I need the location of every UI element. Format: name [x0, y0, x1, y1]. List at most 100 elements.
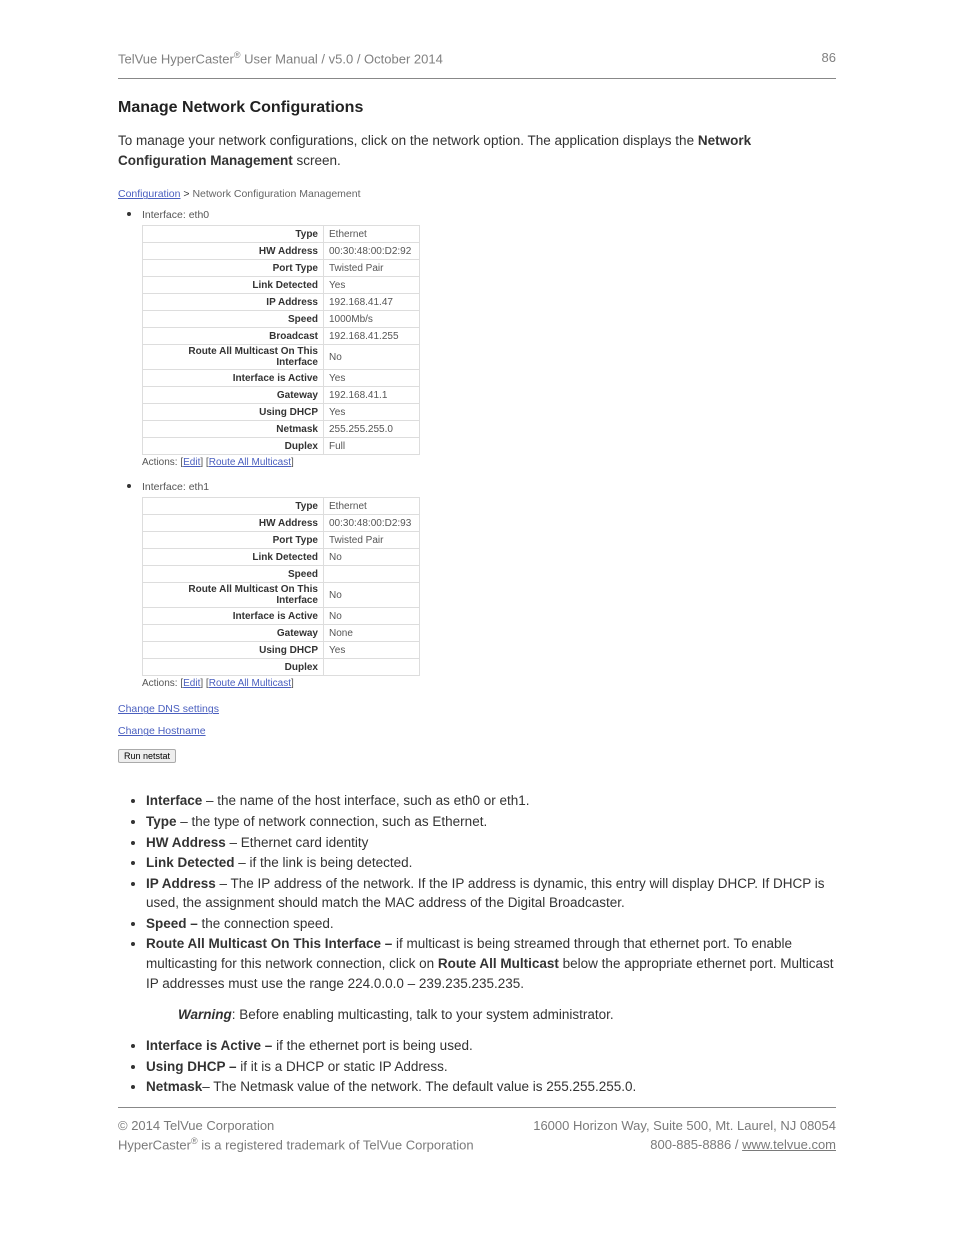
- prop-key: Using DHCP: [143, 404, 324, 421]
- interface-name: Interface: eth0: [142, 209, 836, 221]
- prop-key: Route All Multicast On This Interface: [143, 583, 324, 608]
- definition-item: Interface is Active – if the ethernet po…: [146, 1036, 836, 1056]
- prop-value: Yes: [324, 370, 420, 387]
- table-row: Route All Multicast On This InterfaceNo: [143, 583, 420, 608]
- prop-value: No: [324, 608, 420, 625]
- table-row: TypeEthernet: [143, 498, 420, 515]
- interface-properties-table: TypeEthernetHW Address00:30:48:00:D2:92P…: [142, 225, 420, 455]
- website-link[interactable]: www.telvue.com: [742, 1137, 836, 1152]
- table-row: Link DetectedNo: [143, 549, 420, 566]
- prop-key: Speed: [143, 311, 324, 328]
- prop-key: Duplex: [143, 438, 324, 455]
- table-row: HW Address00:30:48:00:D2:92: [143, 243, 420, 260]
- prop-key: Using DHCP: [143, 642, 324, 659]
- interface-actions: Actions: [Edit] [Route All Multicast]: [142, 457, 836, 468]
- table-row: HW Address00:30:48:00:D2:93: [143, 515, 420, 532]
- table-row: GatewayNone: [143, 625, 420, 642]
- table-row: Route All Multicast On This InterfaceNo: [143, 345, 420, 370]
- table-row: Gateway192.168.41.1: [143, 387, 420, 404]
- prop-value: 192.168.41.255: [324, 328, 420, 345]
- prop-value: 00:30:48:00:D2:93: [324, 515, 420, 532]
- interface-item: Interface: eth1TypeEthernetHW Address00:…: [142, 478, 836, 689]
- page-header: TelVue HyperCaster® User Manual / v5.0 /…: [118, 50, 836, 78]
- page-footer: © 2014 TelVue Corporation 16000 Horizon …: [118, 1116, 836, 1155]
- breadcrumb-link[interactable]: Configuration: [118, 188, 180, 200]
- definition-item: Interface – the name of the host interfa…: [146, 791, 836, 811]
- interface-properties-table: TypeEthernetHW Address00:30:48:00:D2:93P…: [142, 497, 420, 676]
- table-row: TypeEthernet: [143, 226, 420, 243]
- prop-key: Speed: [143, 566, 324, 583]
- prop-value: Ethernet: [324, 226, 420, 243]
- prop-value: Yes: [324, 642, 420, 659]
- definition-item: Link Detected – if the link is being det…: [146, 853, 836, 873]
- prop-value: Yes: [324, 404, 420, 421]
- run-netstat-button[interactable]: Run netstat: [118, 749, 176, 763]
- prop-key: Link Detected: [143, 277, 324, 294]
- address: 16000 Horizon Way, Suite 500, Mt. Laurel…: [533, 1116, 836, 1136]
- edit-link[interactable]: Edit: [183, 457, 200, 468]
- prop-value: No: [324, 549, 420, 566]
- prop-value: Yes: [324, 277, 420, 294]
- prop-value: No: [324, 345, 420, 370]
- definition-item: Route All Multicast On This Interface – …: [146, 934, 836, 993]
- prop-value: Twisted Pair: [324, 532, 420, 549]
- prop-value: 192.168.41.1: [324, 387, 420, 404]
- table-row: Netmask255.255.255.0: [143, 421, 420, 438]
- table-row: Broadcast192.168.41.255: [143, 328, 420, 345]
- contact: 800-885-8886 / www.telvue.com: [650, 1135, 836, 1155]
- table-row: Link DetectedYes: [143, 277, 420, 294]
- interface-actions: Actions: [Edit] [Route All Multicast]: [142, 678, 836, 689]
- table-row: Using DHCPYes: [143, 404, 420, 421]
- definition-item: HW Address – Ethernet card identity: [146, 833, 836, 853]
- copyright: © 2014 TelVue Corporation: [118, 1116, 274, 1136]
- prop-value: 192.168.41.47: [324, 294, 420, 311]
- prop-key: Port Type: [143, 532, 324, 549]
- table-row: Port TypeTwisted Pair: [143, 260, 420, 277]
- prop-value: None: [324, 625, 420, 642]
- page-number: 86: [822, 50, 836, 66]
- edit-link[interactable]: Edit: [183, 678, 200, 689]
- table-row: Duplex: [143, 659, 420, 676]
- prop-key: Type: [143, 498, 324, 515]
- change-dns-link[interactable]: Change DNS settings: [118, 703, 219, 715]
- table-row: Interface is ActiveNo: [143, 608, 420, 625]
- definitions-list-1: Interface – the name of the host interfa…: [146, 791, 836, 993]
- change-hostname-link[interactable]: Change Hostname: [118, 725, 206, 737]
- prop-key: IP Address: [143, 294, 324, 311]
- breadcrumb: Configuration > Network Configuration Ma…: [118, 188, 836, 200]
- definition-item: Type – the type of network connection, s…: [146, 812, 836, 832]
- page-title: Manage Network Configurations: [118, 99, 836, 117]
- prop-value: [324, 659, 420, 676]
- trademark: HyperCaster® is a registered trademark o…: [118, 1135, 474, 1155]
- prop-key: Netmask: [143, 421, 324, 438]
- prop-value: Ethernet: [324, 498, 420, 515]
- table-row: Port TypeTwisted Pair: [143, 532, 420, 549]
- interface-list: Interface: eth0TypeEthernetHW Address00:…: [142, 206, 836, 689]
- prop-key: Route All Multicast On This Interface: [143, 345, 324, 370]
- prop-key: HW Address: [143, 515, 324, 532]
- breadcrumb-current: Network Configuration Management: [192, 188, 360, 200]
- prop-key: Interface is Active: [143, 608, 324, 625]
- prop-value: 1000Mb/s: [324, 311, 420, 328]
- prop-value: 00:30:48:00:D2:92: [324, 243, 420, 260]
- prop-key: Link Detected: [143, 549, 324, 566]
- prop-key: Interface is Active: [143, 370, 324, 387]
- definition-item: Speed – the connection speed.: [146, 914, 836, 934]
- route-multicast-link[interactable]: Route All Multicast: [209, 457, 291, 468]
- table-row: Using DHCPYes: [143, 642, 420, 659]
- route-multicast-link[interactable]: Route All Multicast: [209, 678, 291, 689]
- prop-value: Twisted Pair: [324, 260, 420, 277]
- definition-item: Using DHCP – if it is a DHCP or static I…: [146, 1057, 836, 1077]
- prop-value: No: [324, 583, 420, 608]
- interface-item: Interface: eth0 TypeEthernetHW Address00:…: [142, 206, 836, 468]
- prop-key: HW Address: [143, 243, 324, 260]
- warning-note: Warning: Before enabling multicasting, t…: [178, 1007, 836, 1022]
- header-divider: [118, 78, 836, 79]
- prop-key: Port Type: [143, 260, 324, 277]
- table-row: Speed1000Mb/s: [143, 311, 420, 328]
- prop-key: Gateway: [143, 625, 324, 642]
- definition-item: IP Address – The IP address of the netwo…: [146, 874, 836, 913]
- prop-key: Gateway: [143, 387, 324, 404]
- prop-value: 255.255.255.0: [324, 421, 420, 438]
- definition-item: Netmask– The Netmask value of the networ…: [146, 1077, 836, 1097]
